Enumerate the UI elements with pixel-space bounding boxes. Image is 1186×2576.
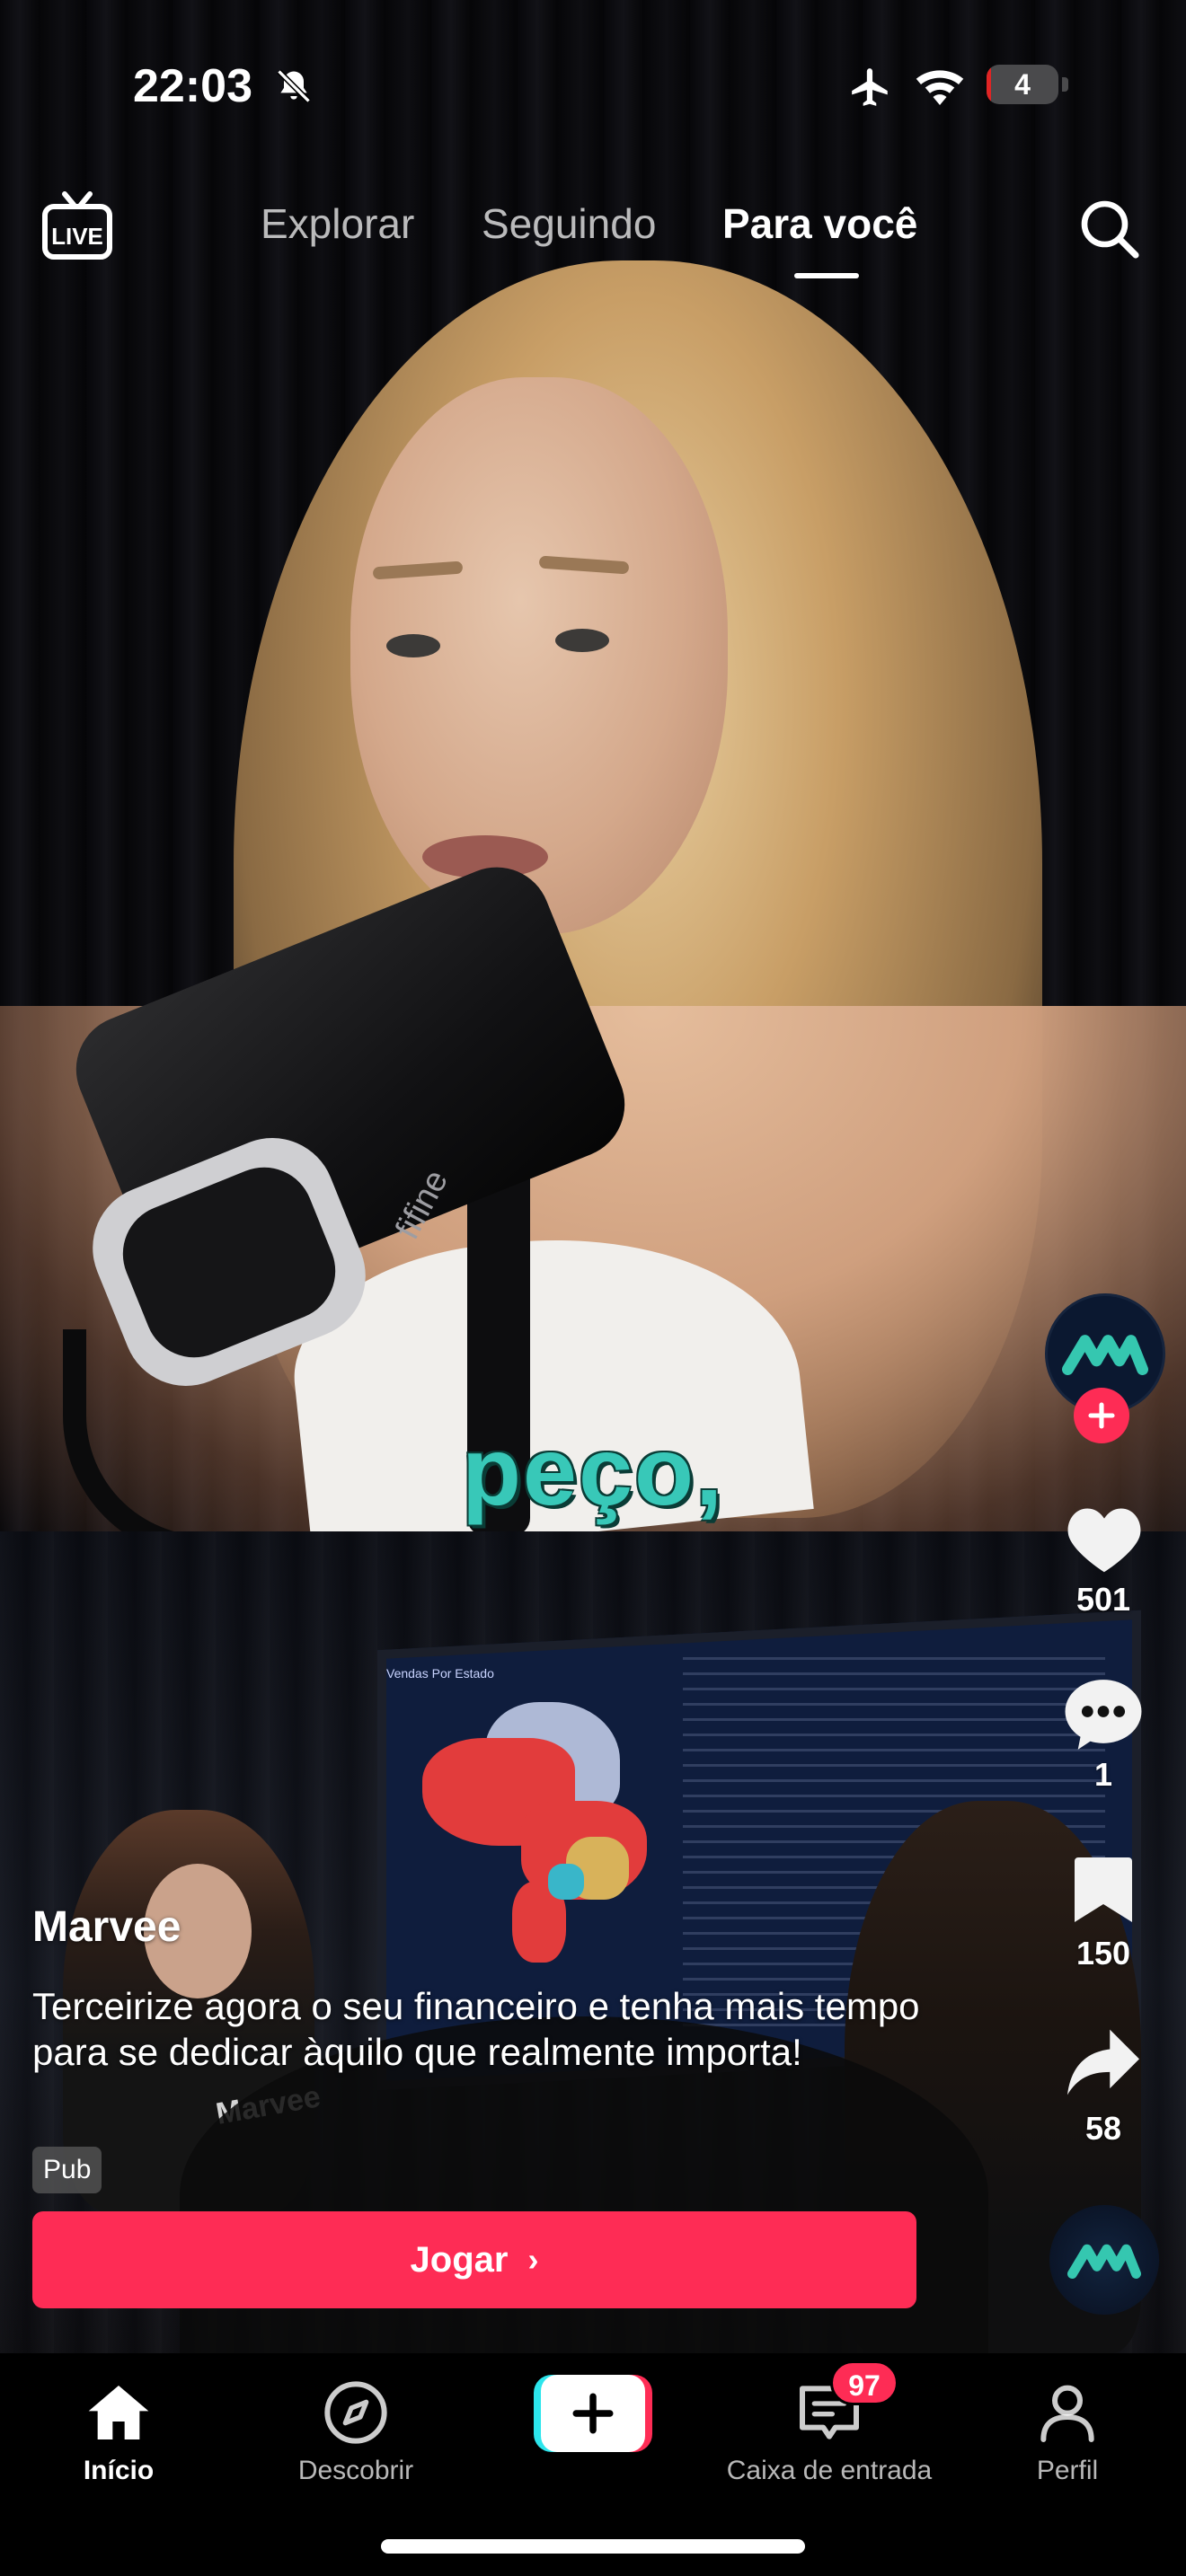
- nav-perfil[interactable]: Perfil: [969, 2377, 1166, 2486]
- wifi-icon: [916, 70, 964, 105]
- comment-icon[interactable]: [1062, 1676, 1145, 1753]
- nav-inicio[interactable]: Início: [20, 2377, 217, 2486]
- bell-slash-icon: [277, 69, 311, 103]
- chevron-right-icon: ›: [527, 2241, 539, 2278]
- profile-icon: [1040, 2385, 1094, 2442]
- live-tv-icon[interactable]: LIVE: [40, 190, 115, 262]
- status-time: 22:03: [133, 60, 252, 112]
- nav-label: Descobrir: [297, 2456, 414, 2485]
- plus-icon: [1088, 1402, 1115, 1429]
- saves-count: 150: [1075, 1935, 1131, 1972]
- nav-label: Início: [83, 2456, 155, 2485]
- cta-label: Jogar: [410, 2239, 509, 2280]
- video-caption: peço,: [461, 1416, 725, 1525]
- home-indicator[interactable]: [381, 2539, 805, 2554]
- brazil-map: [422, 1702, 656, 1972]
- live-label: LIVE: [51, 223, 103, 250]
- nav-label: Perfil: [1036, 2456, 1099, 2485]
- person-eye-left: [386, 634, 440, 657]
- status-bar: 22:03 4: [0, 0, 1186, 171]
- tab-seguindo[interactable]: Seguindo: [482, 199, 656, 248]
- person-eye-right: [555, 629, 609, 652]
- active-tab-indicator: [794, 273, 859, 278]
- heart-icon[interactable]: [1064, 1502, 1145, 1575]
- tab-para-voce[interactable]: Para você: [722, 199, 917, 248]
- marvee-logo-icon: [1062, 1335, 1148, 1375]
- search-icon[interactable]: [1076, 196, 1141, 260]
- create-button[interactable]: [534, 2375, 652, 2452]
- monitor-title: Vendas Por Estado: [386, 1666, 494, 1681]
- marvee-logo-icon: [1067, 2244, 1141, 2279]
- notification-badge: 97: [830, 2360, 898, 2405]
- comments-count: 1: [1093, 1756, 1113, 1793]
- home-icon: [88, 2386, 149, 2439]
- battery-icon: 4: [987, 65, 1069, 106]
- map-region: [548, 1864, 584, 1900]
- shares-count: 58: [1084, 2110, 1122, 2147]
- sound-disc[interactable]: [1049, 2205, 1159, 2315]
- battery-body: 4: [987, 65, 1058, 104]
- bookmark-icon[interactable]: [1071, 1854, 1136, 1926]
- share-icon[interactable]: [1064, 2026, 1143, 2098]
- tab-explorar[interactable]: Explorar: [261, 199, 414, 248]
- battery-tip: [1062, 77, 1068, 92]
- bottom-nav: Início Descobrir Caixa de entrada 97 Per…: [0, 2353, 1186, 2576]
- battery-level: 4: [1014, 68, 1031, 101]
- top-nav: LIVE Explorar Seguindo Para você: [0, 180, 1186, 296]
- compass-icon: [324, 2381, 387, 2444]
- ad-account-name[interactable]: Marvee: [32, 1902, 181, 1952]
- plus-icon: [541, 2375, 645, 2452]
- ad-description: Terceirize agora o seu financeiro e tenh…: [32, 1985, 920, 2073]
- follow-button[interactable]: [1074, 1388, 1129, 1443]
- tiktok-feed-screen: fifine peço, Vendas Por Estado Marvee: [0, 0, 1186, 2576]
- nav-caixa-de-entrada[interactable]: Caixa de entrada: [727, 2377, 932, 2486]
- nav-label: Caixa de entrada: [726, 2456, 933, 2485]
- plus-glyph-icon: [572, 2393, 614, 2434]
- cta-button[interactable]: Jogar ›: [32, 2211, 916, 2308]
- airplane-icon: [852, 68, 888, 106]
- sponsored-badge: Pub: [32, 2147, 102, 2193]
- likes-count: 501: [1075, 1581, 1131, 1618]
- nav-descobrir[interactable]: Descobrir: [257, 2377, 455, 2486]
